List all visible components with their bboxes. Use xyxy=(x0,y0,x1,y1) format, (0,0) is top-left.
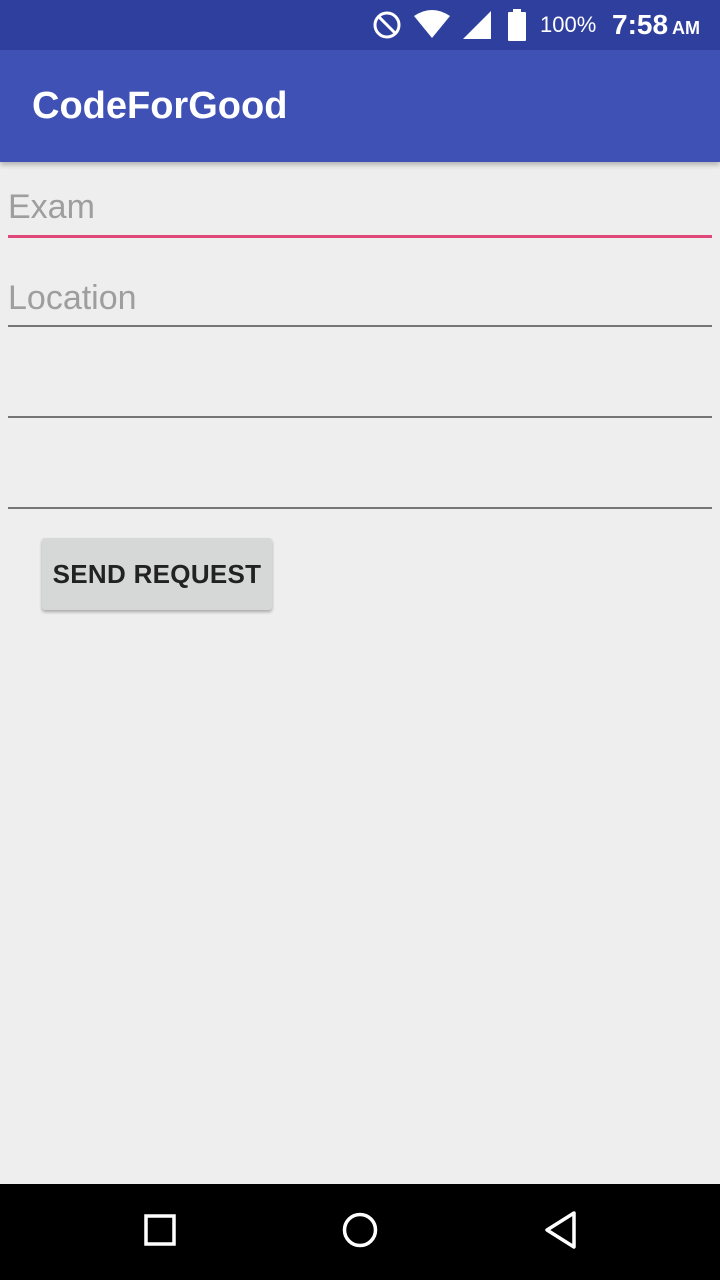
navigation-bar xyxy=(0,1184,720,1280)
recent-apps-button[interactable] xyxy=(100,1184,220,1280)
send-request-button[interactable]: SEND REQUEST xyxy=(42,538,272,610)
back-icon xyxy=(542,1210,578,1255)
home-button[interactable] xyxy=(300,1184,420,1280)
location-input[interactable] xyxy=(8,277,712,327)
recent-apps-icon xyxy=(143,1213,177,1252)
status-bar: 100% 7:58 AM xyxy=(0,0,720,50)
exam-input[interactable] xyxy=(8,186,712,238)
third-input[interactable] xyxy=(8,368,712,418)
cell-signal-icon xyxy=(462,0,492,50)
clock: 7:58 AM xyxy=(612,0,700,50)
back-button[interactable] xyxy=(500,1184,620,1280)
battery-icon xyxy=(507,0,527,50)
app-title: CodeForGood xyxy=(32,84,288,127)
wifi-icon xyxy=(413,0,451,50)
app-bar: CodeForGood xyxy=(0,50,720,162)
do-not-disturb-icon xyxy=(372,0,402,50)
clock-time: 7:58 xyxy=(612,9,669,40)
battery-percentage: 100% xyxy=(540,12,597,37)
clock-ampm: AM xyxy=(672,17,701,38)
home-icon xyxy=(341,1211,379,1254)
fourth-input[interactable] xyxy=(8,459,712,509)
